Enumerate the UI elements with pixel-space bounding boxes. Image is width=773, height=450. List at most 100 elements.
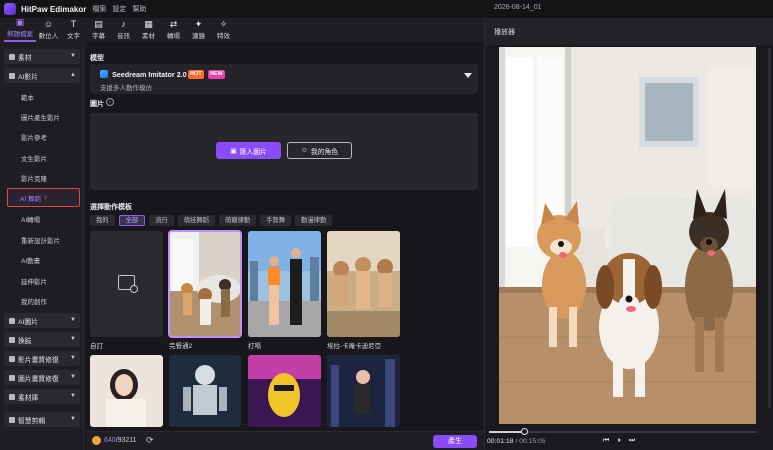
model-description: 支援多人動作模仿 bbox=[100, 85, 152, 92]
tab-gesture-dance[interactable]: 手勢舞 bbox=[260, 215, 292, 226]
girl-thumbnail bbox=[90, 355, 163, 427]
sidebar-group-assets[interactable]: 素材 ▼ bbox=[4, 49, 80, 64]
new-badge: NEW bbox=[208, 70, 225, 79]
library-icon bbox=[9, 393, 15, 400]
info-icon[interactable]: i bbox=[106, 98, 114, 106]
custom-template-card[interactable] bbox=[90, 231, 163, 337]
sidebar-item-redesign-video[interactable]: 重新設計影片 bbox=[21, 235, 60, 245]
sidebar-group-video-enhance[interactable]: 影片畫質修復 ▼ bbox=[4, 351, 80, 366]
template-thumb-banana[interactable] bbox=[248, 355, 321, 427]
sidebar-item-video-reference[interactable]: 影片參考 bbox=[21, 132, 47, 142]
sidebar-group-smart-edit[interactable]: 智慧剪輯 ▼ bbox=[4, 412, 80, 427]
image-upload-area[interactable]: ▣ 匯入圖片 ☺ 我的角色 bbox=[90, 113, 478, 190]
pause-icon[interactable]: ⏸ bbox=[617, 437, 621, 445]
face-icon bbox=[9, 336, 15, 343]
player-header: 播放器 bbox=[485, 18, 773, 45]
chevron-down-icon: ▼ bbox=[70, 374, 76, 380]
tool-text[interactable]: T 文字 bbox=[61, 18, 86, 42]
sidebar-item-image-to-video[interactable]: 圖片產生影片 bbox=[21, 112, 60, 122]
tab-all[interactable]: 全部 bbox=[118, 215, 146, 226]
grid-icon: ▦ bbox=[144, 19, 153, 29]
add-custom-icon bbox=[118, 275, 138, 293]
playback-progress[interactable] bbox=[489, 428, 757, 435]
chevron-down-icon: ▼ bbox=[70, 416, 76, 422]
player-scrollbar[interactable] bbox=[768, 48, 771, 408]
dance-duo-thumbnail bbox=[248, 231, 321, 337]
left-sidebar: 素材 ▼ AI影片 ▲ 範本 圖片產生影片 影片參考 文生影片 影片克隆 AI 舞蹈… bbox=[0, 42, 84, 450]
previous-icon[interactable]: ⏮ bbox=[603, 437, 609, 445]
tool-transition[interactable]: ⇄ 轉場 bbox=[161, 18, 186, 42]
dance-icon: ♪ bbox=[43, 194, 48, 201]
model-selector[interactable]: Seedream Imitator 2.0 HOT NEW 支援多人動作模仿 bbox=[90, 64, 478, 94]
chevron-up-icon: ▲ bbox=[70, 72, 76, 78]
sidebar-group-ai-image[interactable]: AI圖片 ▼ bbox=[4, 313, 80, 328]
menu-settings[interactable]: 設定 bbox=[112, 4, 126, 14]
menu-help[interactable]: 幫助 bbox=[132, 4, 146, 14]
hot-badge: HOT bbox=[188, 70, 204, 79]
sidebar-group-image-enhance[interactable]: 圖片畫質修復 ▼ bbox=[4, 370, 80, 385]
avatar-icon: ☺ bbox=[43, 19, 54, 29]
sidebar-item-templates[interactable]: 範本 bbox=[21, 92, 34, 102]
sidebar-item-video-clone[interactable]: 影片克隆 bbox=[21, 173, 47, 183]
tool-assets[interactable]: ▦ 素材 bbox=[136, 18, 161, 42]
progress-handle[interactable] bbox=[520, 428, 528, 435]
import-image-button[interactable]: ▣ 匯入圖片 bbox=[216, 142, 281, 159]
enhance-icon bbox=[9, 374, 15, 381]
music-icon: ♪ bbox=[121, 19, 126, 29]
tab-pet-rhythm[interactable]: 萌寵律動 bbox=[218, 215, 257, 226]
tool-filters[interactable]: ✦ 濾鏡 bbox=[186, 18, 211, 42]
chevron-down-icon: ▼ bbox=[70, 317, 76, 323]
template-thumb-girl-white[interactable] bbox=[90, 355, 163, 427]
person-icon: ☺ bbox=[300, 147, 308, 154]
sidebar-item-ai-dance[interactable]: AI 舞蹈 ♪ bbox=[7, 188, 80, 207]
cats-thumbnail bbox=[327, 231, 400, 337]
template-thumb-city-girl[interactable] bbox=[327, 355, 400, 427]
tab-popular[interactable]: 流行 bbox=[149, 215, 174, 226]
chevron-down-icon: ▼ bbox=[70, 53, 76, 59]
tool-digital-human[interactable]: ☺ 數位人 bbox=[36, 18, 61, 42]
sidebar-group-face-swap[interactable]: 換臉 ▼ bbox=[4, 332, 80, 347]
robot-thumbnail bbox=[169, 355, 241, 427]
generate-bar: 640/93211 ⟳ 產生 bbox=[86, 431, 483, 450]
template-label: 埃拉-卡庵卡迪尼亞 bbox=[327, 343, 382, 350]
tab-mine[interactable]: 我的 bbox=[90, 215, 115, 226]
template-thumb-cats[interactable] bbox=[327, 231, 400, 337]
player-title: 播放器 bbox=[494, 29, 515, 36]
tool-subtitles[interactable]: ▤ 字幕 bbox=[86, 18, 111, 42]
tool-effects[interactable]: ✧ 特效 bbox=[211, 18, 236, 42]
project-timestamp: 2026-08-14_01 bbox=[494, 4, 542, 11]
sidebar-item-text-to-video[interactable]: 文生影片 bbox=[21, 153, 47, 163]
refresh-icon[interactable]: ⟳ bbox=[146, 435, 154, 446]
tab-anime-rhythm[interactable]: 動漫律動 bbox=[295, 215, 333, 226]
tool-audio[interactable]: ♪ 音訊 bbox=[111, 18, 136, 42]
folder-icon bbox=[9, 53, 15, 60]
city-girl-thumbnail bbox=[327, 355, 400, 427]
tool-ai-files[interactable]: ▣ 郵題檔案 bbox=[4, 17, 36, 42]
my-role-button[interactable]: ☺ 我的角色 bbox=[287, 142, 352, 159]
template-label: 打嗝 bbox=[248, 343, 261, 350]
tab-kids-dance[interactable]: 萌娃舞蹈 bbox=[177, 215, 215, 226]
sidebar-item-my-creations[interactable]: 我的創作 bbox=[21, 296, 47, 306]
template-thumb-dance-duo[interactable] bbox=[248, 231, 321, 337]
generate-button[interactable]: 產生 bbox=[433, 435, 477, 448]
sidebar-group-ai-video[interactable]: AI影片 ▲ bbox=[4, 68, 80, 83]
sidebar-item-extend-video[interactable]: 延伸影片 bbox=[21, 276, 47, 286]
progress-fill bbox=[489, 431, 524, 433]
template-thumb-robot[interactable] bbox=[169, 355, 241, 427]
enhance-icon bbox=[9, 355, 15, 362]
dogs-thumbnail bbox=[169, 231, 241, 337]
sidebar-group-library[interactable]: 素材庫 ▼ bbox=[4, 389, 80, 404]
template-thumb-dogs[interactable] bbox=[168, 230, 242, 338]
app-name: HitPaw Edimakor bbox=[21, 4, 87, 14]
template-label: 完餐通2 bbox=[169, 343, 193, 350]
video-preview[interactable] bbox=[499, 47, 756, 424]
app-logo-icon bbox=[4, 3, 16, 15]
sidebar-item-ai-transition[interactable]: AI轉場 bbox=[21, 214, 40, 224]
credits-coin-icon bbox=[92, 436, 101, 445]
next-icon[interactable]: ⏭ bbox=[629, 437, 635, 445]
dropdown-caret-icon[interactable] bbox=[464, 73, 472, 78]
menu-file[interactable]: 檔案 bbox=[92, 4, 106, 14]
sidebar-item-ai-animation[interactable]: AI動畫 bbox=[21, 255, 40, 265]
model-section-title: 模型 bbox=[90, 55, 104, 62]
video-icon bbox=[9, 72, 15, 79]
